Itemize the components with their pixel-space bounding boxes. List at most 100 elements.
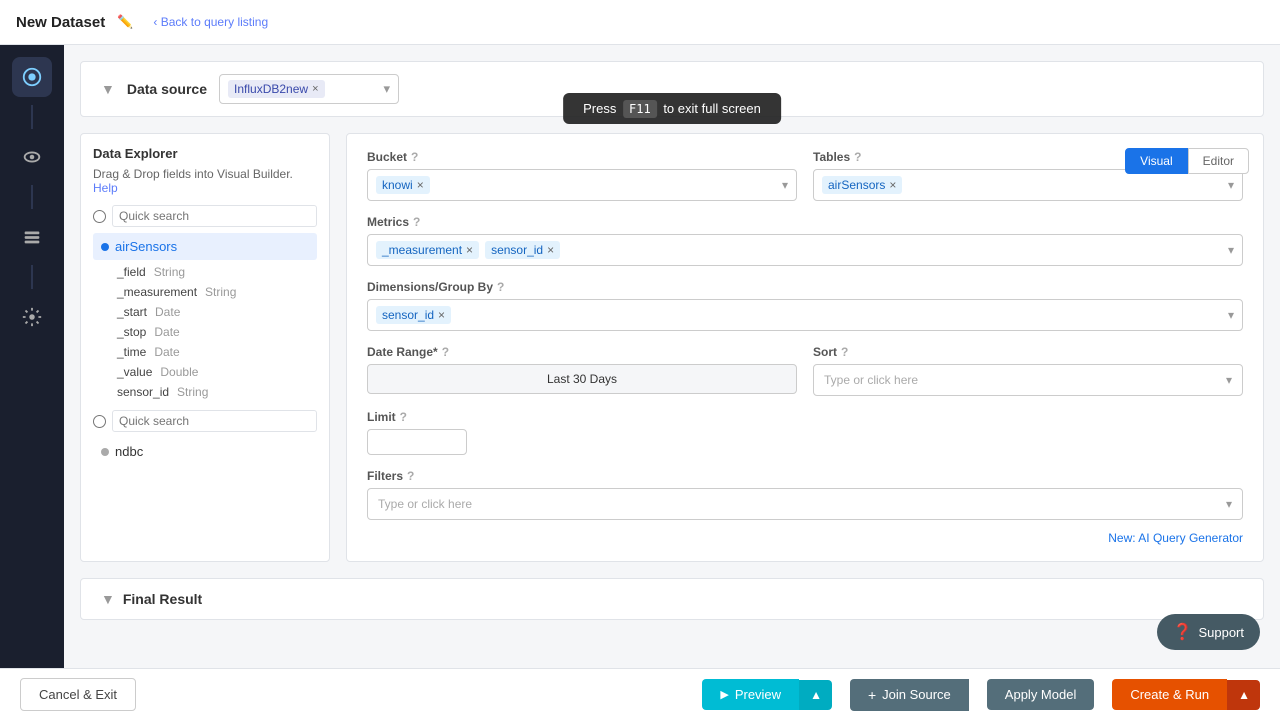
sort-select[interactable]: Type or click here ▾	[813, 364, 1243, 396]
explorer-help-link[interactable]: Help	[93, 181, 118, 195]
cancel-exit-button[interactable]: Cancel & Exit	[20, 678, 136, 711]
sort-label: Sort ?	[813, 345, 1243, 359]
preview-label: Preview	[735, 687, 781, 702]
limit-help-icon[interactable]: ?	[400, 410, 407, 424]
metrics-arrow: ▾	[1228, 243, 1234, 257]
tables-tag-close[interactable]: ×	[889, 178, 896, 192]
preview-button[interactable]: ▶ Preview	[702, 679, 799, 710]
datasource-tag-close[interactable]: ×	[312, 83, 318, 95]
f11-key: F11	[623, 100, 657, 118]
preview-play-icon: ▶	[720, 688, 728, 701]
dimensions-select[interactable]: sensor_id × ▾	[367, 299, 1243, 331]
field-_field[interactable]: _fieldString	[93, 262, 317, 282]
search-input-1[interactable]	[112, 205, 317, 227]
search-row-1	[93, 205, 317, 227]
dimensions-help-icon[interactable]: ?	[497, 280, 504, 294]
field-_start[interactable]: _startDate	[93, 302, 317, 322]
date-range-group: Date Range* ? Last 30 Days	[367, 345, 797, 396]
explorer-title: Data Explorer	[93, 146, 317, 161]
dimensions-group: Dimensions/Group By ? sensor_id × ▾	[367, 280, 1243, 331]
join-source-button[interactable]: + Join Source	[850, 679, 969, 711]
sort-help-icon[interactable]: ?	[841, 345, 848, 359]
search-row-2	[93, 410, 317, 432]
join-source-plus-icon: +	[868, 687, 876, 703]
metrics-tag-sensor: sensor_id ×	[485, 241, 560, 259]
date-range-help-icon[interactable]: ?	[442, 345, 449, 359]
field-sensor_id[interactable]: sensor_idString	[93, 382, 317, 402]
datasource-tag: InfluxDB2new ×	[228, 80, 324, 98]
create-run-button[interactable]: Create & Run	[1112, 679, 1227, 710]
metrics-help-icon[interactable]: ?	[413, 215, 420, 229]
bucket-select[interactable]: knowi × ▾	[367, 169, 797, 201]
sidebar-icon-home[interactable]	[12, 57, 52, 97]
apply-model-group: Apply Model	[987, 679, 1095, 710]
back-link[interactable]: ‹ Back to query listing	[153, 15, 268, 29]
join-source-group: + Join Source	[850, 679, 969, 711]
builder-panel: Visual Editor Bucket ? knowi ×	[346, 133, 1264, 562]
datasource-select[interactable]: InfluxDB2new × ▾	[219, 74, 399, 104]
sort-group: Sort ? Type or click here ▾	[813, 345, 1243, 396]
view-visual-btn[interactable]: Visual	[1125, 148, 1187, 174]
sort-placeholder: Type or click here	[824, 373, 918, 387]
dimensions-label: Dimensions/Group By ?	[367, 280, 1243, 294]
bucket-arrow: ▾	[782, 178, 788, 192]
view-editor-btn[interactable]: Editor	[1188, 148, 1249, 174]
dimensions-tag-close[interactable]: ×	[438, 308, 445, 322]
sidebar-icon-settings[interactable]	[12, 297, 52, 337]
metrics-tag-measurement-close[interactable]: ×	[466, 243, 473, 257]
fullscreen-tooltip: Press F11 to exit full screen	[563, 93, 781, 124]
tree-label-ndbc: ndbc	[115, 444, 143, 459]
tables-arrow: ▾	[1228, 178, 1234, 192]
limit-label: Limit ?	[367, 410, 1243, 424]
support-label: Support	[1198, 625, 1244, 640]
sidebar-icon-layers[interactable]	[12, 217, 52, 257]
bucket-tag-close[interactable]: ×	[417, 178, 424, 192]
bucket-label: Bucket ?	[367, 150, 797, 164]
search-radio-1[interactable]	[93, 210, 106, 223]
filters-placeholder: Type or click here	[378, 497, 472, 511]
limit-group: Limit ? 1000	[367, 410, 1243, 455]
field-_time[interactable]: _timeDate	[93, 342, 317, 362]
metrics-select[interactable]: _measurement × sensor_id × ▾	[367, 234, 1243, 266]
preview-expand-button[interactable]: ▲	[799, 680, 832, 710]
preview-group: ▶ Preview ▲	[702, 679, 832, 710]
datasource-toggle[interactable]: ▼	[101, 81, 115, 97]
apply-model-button[interactable]: Apply Model	[987, 679, 1095, 710]
field-_stop[interactable]: _stopDate	[93, 322, 317, 342]
ai-query-link[interactable]: New: AI Query Generator	[1108, 531, 1243, 545]
search-radio-2[interactable]	[93, 415, 106, 428]
sidebar-icon-eye[interactable]	[12, 137, 52, 177]
datasource-arrow: ▾	[383, 81, 390, 97]
date-range-label: Date Range* ?	[367, 345, 797, 359]
field-_value[interactable]: _valueDouble	[93, 362, 317, 382]
tree-item-ndbc[interactable]: ndbc	[93, 438, 317, 465]
filters-arrow: ▾	[1226, 497, 1232, 511]
metrics-group: Metrics ? _measurement × sensor_id × ▾	[367, 215, 1243, 266]
tree-dot-ndbc	[101, 448, 109, 456]
field-_measurement[interactable]: _measurementString	[93, 282, 317, 302]
filters-label: Filters ?	[367, 469, 1243, 483]
join-source-label: Join Source	[882, 687, 951, 702]
final-result-toggle[interactable]: ▼	[101, 591, 115, 607]
explorer-panel: Data Explorer Drag & Drop fields into Vi…	[80, 133, 330, 562]
date-range-button[interactable]: Last 30 Days	[367, 364, 797, 394]
dimensions-arrow: ▾	[1228, 308, 1234, 322]
final-result-section: ▼ Final Result	[80, 578, 1264, 620]
tree-item-airsensors[interactable]: airSensors	[93, 233, 317, 260]
datasource-label: Data source	[127, 81, 207, 97]
bucket-help-icon[interactable]: ?	[411, 150, 418, 164]
metrics-tag-measurement: _measurement ×	[376, 241, 479, 259]
create-run-group: Create & Run ▲	[1112, 679, 1260, 710]
metrics-tag-sensor-close[interactable]: ×	[547, 243, 554, 257]
filters-help-icon[interactable]: ?	[407, 469, 414, 483]
filters-select[interactable]: Type or click here ▾	[367, 488, 1243, 520]
tree-fields: _fieldString _measurementString _startDa…	[93, 262, 317, 402]
tables-tag-airsensors: airSensors ×	[822, 176, 902, 194]
edit-icon[interactable]: ✏️	[117, 14, 133, 30]
create-run-expand-button[interactable]: ▲	[1227, 680, 1260, 710]
tables-help-icon[interactable]: ?	[854, 150, 861, 164]
support-button[interactable]: ❓ Support	[1157, 614, 1260, 650]
limit-input[interactable]: 1000	[367, 429, 467, 455]
search-input-2[interactable]	[112, 410, 317, 432]
ai-link-container: New: AI Query Generator	[367, 530, 1243, 545]
